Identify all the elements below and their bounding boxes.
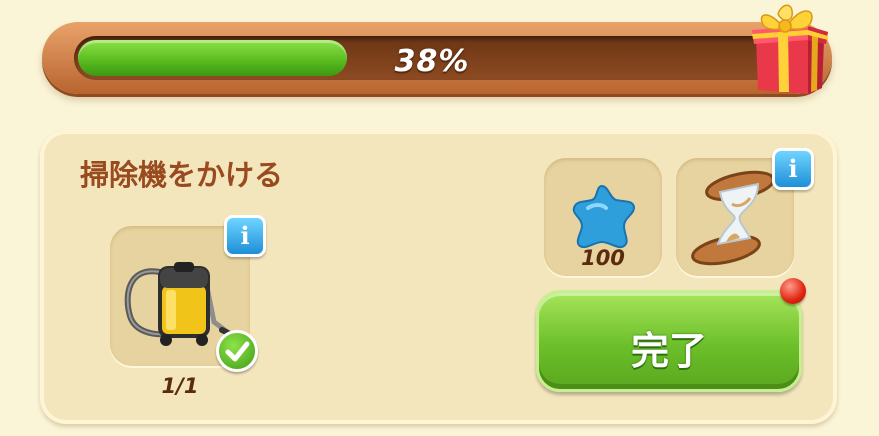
task-title: 掃除機をかける xyxy=(80,158,284,192)
reward-star-amount: 100 xyxy=(581,246,625,270)
task-item-info-icon[interactable]: i xyxy=(224,215,266,257)
progress-percent: 38% xyxy=(394,44,470,79)
gift-box-icon[interactable] xyxy=(748,0,830,96)
complete-button-label: 完了 xyxy=(630,329,707,373)
task-item-count: 1/1 xyxy=(161,374,199,398)
task-panel: 掃除機をかける i 1/1 100 i 完了 xyxy=(40,130,837,424)
checkmark-icon xyxy=(216,330,258,372)
notification-dot xyxy=(780,278,806,304)
complete-button[interactable]: 完了 xyxy=(536,290,802,392)
progress-track: 38% xyxy=(74,36,790,80)
progress-bar: 38% xyxy=(42,22,832,94)
hourglass-info-icon[interactable]: i xyxy=(772,148,814,190)
